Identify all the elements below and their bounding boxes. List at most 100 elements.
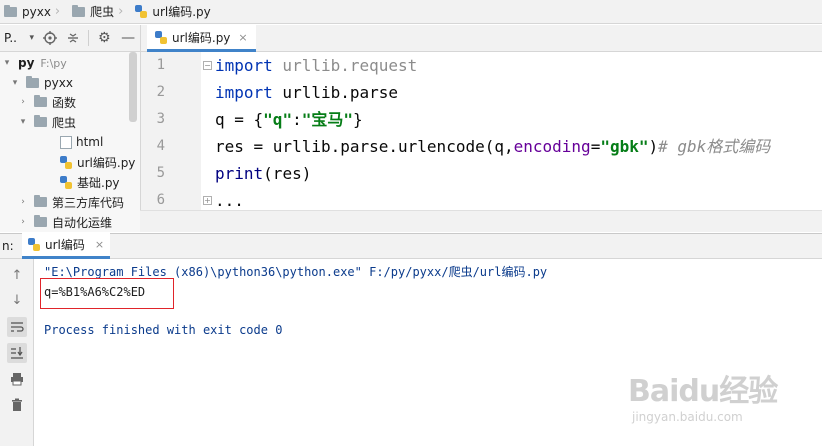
code-text: =: [590, 137, 601, 156]
code-text: :: [292, 110, 302, 129]
breadcrumb-item-pyxx[interactable]: pyxx ›: [4, 0, 72, 24]
tree-item-label: 爬虫: [52, 115, 77, 130]
tree-root-path: F:\py: [40, 56, 67, 70]
module-name: urllib.request: [272, 56, 418, 75]
close-icon[interactable]: ×: [238, 31, 247, 44]
scroll-to-end-icon[interactable]: [7, 343, 27, 363]
tab-url-encode-file[interactable]: url编码.py ×: [147, 25, 256, 52]
python-file-icon: [60, 175, 72, 189]
chevron-down-icon[interactable]: ▾: [18, 117, 28, 127]
minimize-icon[interactable]: —: [116, 25, 140, 52]
chevron-right-icon: ›: [54, 4, 61, 19]
folder-icon: [34, 95, 47, 107]
breadcrumb-label: url编码.py: [152, 5, 211, 19]
fold-marker-icon[interactable]: +: [203, 196, 212, 205]
tree-item-third-party[interactable]: › 第三方库代码: [18, 192, 124, 212]
editor-tabbar: url编码.py ×: [140, 25, 822, 52]
folder-icon: [34, 215, 47, 227]
tree-item-label: pyxx: [44, 76, 73, 90]
tab-run-url-encode[interactable]: url编码 ×: [22, 233, 111, 259]
breadcrumb-item-crawler[interactable]: 爬虫 ›: [72, 0, 135, 24]
line-number: 1: [156, 57, 165, 73]
fold-marker-icon[interactable]: −: [203, 61, 212, 70]
code-line-1: import urllib.request: [215, 53, 417, 79]
python-file-icon: [28, 238, 40, 251]
highlight-annotation-box: [40, 278, 174, 309]
folder-icon: [34, 115, 47, 127]
close-icon[interactable]: ×: [95, 238, 104, 251]
function-name: print: [215, 164, 264, 183]
line-gutter: 1 2 3 4 5 6: [141, 52, 201, 210]
tree-item-label: html: [76, 135, 104, 149]
line-number: 3: [156, 111, 165, 127]
gear-icon[interactable]: ⚙: [92, 25, 116, 52]
run-panel-header: n: url编码 ×: [0, 233, 822, 259]
tree-item-html[interactable]: html: [60, 132, 103, 152]
code-line-3: q = {"q":"宝马"}: [215, 107, 363, 133]
python-file-icon: [60, 155, 72, 169]
code-line-5: print(res): [215, 161, 311, 187]
keyword-argument: encoding: [513, 137, 591, 156]
tree-item-label: 第三方库代码: [52, 195, 125, 210]
code-text: (res): [263, 164, 312, 183]
watermark-brand: Baidu经验: [628, 374, 778, 409]
code-text: ): [648, 137, 659, 156]
code-line-4: res = urllib.parse.urlencode(q,encoding=…: [215, 134, 770, 160]
trash-icon[interactable]: [7, 395, 27, 415]
python-file-icon: [155, 30, 167, 44]
chevron-down-icon[interactable]: ▾: [10, 78, 20, 88]
chevron-down-icon[interactable]: ▾: [2, 58, 12, 68]
tab-label: url编码.py: [172, 30, 231, 45]
folder-icon: [4, 4, 17, 17]
console-exit-message: Process finished with exit code 0: [44, 323, 283, 337]
breadcrumb-label: pyxx: [22, 4, 51, 19]
code-text: res = urllib.parse.urlencode(q,: [215, 137, 514, 156]
tree-item-label: 函数: [52, 95, 77, 110]
tree-item-url-encode[interactable]: url编码.py: [60, 152, 135, 172]
run-side-toolbar: ↑ ↓: [0, 259, 34, 446]
folded-code[interactable]: ...: [215, 191, 244, 210]
tree-item-label: 自动化运维: [52, 215, 113, 230]
print-icon[interactable]: [7, 369, 27, 389]
baidu-jingyan-watermark: Baidu经验 jingyan.baidu.com: [628, 366, 818, 436]
dropdown-arrow-icon[interactable]: ▾: [26, 25, 38, 52]
code-text: q = {: [215, 110, 264, 129]
locate-target-icon[interactable]: [38, 25, 62, 52]
html-file-icon: [60, 135, 72, 149]
breadcrumb: pyxx › 爬虫 › url编码.py: [0, 0, 822, 24]
line-number: 5: [156, 165, 165, 181]
tree-item-basics[interactable]: 基础.py: [60, 172, 120, 192]
soft-wrap-icon[interactable]: [7, 317, 27, 337]
tree-item-automation[interactable]: › 自动化运维: [18, 212, 112, 232]
module-name: urllib.parse: [272, 83, 399, 102]
tree-item-functions[interactable]: › 函数: [18, 92, 76, 112]
tree-item-crawler[interactable]: ▾ 爬虫: [18, 112, 76, 132]
tree-item-pyxx[interactable]: ▾ pyxx: [10, 73, 73, 93]
line-number: 4: [156, 138, 165, 154]
tree-item-root[interactable]: ▾ py F:\py: [2, 53, 67, 73]
breadcrumb-label: 爬虫: [90, 5, 115, 19]
chevron-right-icon[interactable]: ›: [18, 217, 28, 227]
arrow-down-icon[interactable]: ↓: [7, 290, 27, 310]
arrow-up-icon[interactable]: ↑: [7, 265, 27, 285]
chevron-right-icon: ›: [118, 4, 124, 19]
string-literal: "gbk": [600, 137, 649, 156]
run-panel-label: n:: [2, 239, 14, 253]
breadcrumb-item-file[interactable]: url编码.py: [135, 0, 216, 24]
tree-scrollbar[interactable]: [129, 52, 137, 122]
code-editor[interactable]: 1 2 3 4 5 6 − + import urllib.request im…: [140, 52, 822, 210]
chevron-right-icon[interactable]: ›: [18, 97, 28, 107]
project-tree: ▾ py F:\py ▾ pyxx › 函数 ▾ 爬虫 html url编码.p…: [0, 52, 140, 232]
code-text: }: [353, 110, 363, 129]
project-view-selector[interactable]: P..: [0, 31, 26, 45]
collapse-all-icon[interactable]: [62, 25, 86, 52]
chevron-right-icon[interactable]: ›: [18, 197, 28, 207]
string-literal: "宝马": [301, 110, 353, 129]
line-number: 2: [156, 84, 165, 100]
folder-icon: [72, 4, 86, 17]
folder-icon: [26, 76, 39, 88]
editor-horizontal-scroll-area: [140, 210, 822, 232]
keyword: import: [215, 56, 273, 75]
keyword: import: [215, 83, 273, 102]
tree-item-label: url编码.py: [77, 155, 136, 170]
